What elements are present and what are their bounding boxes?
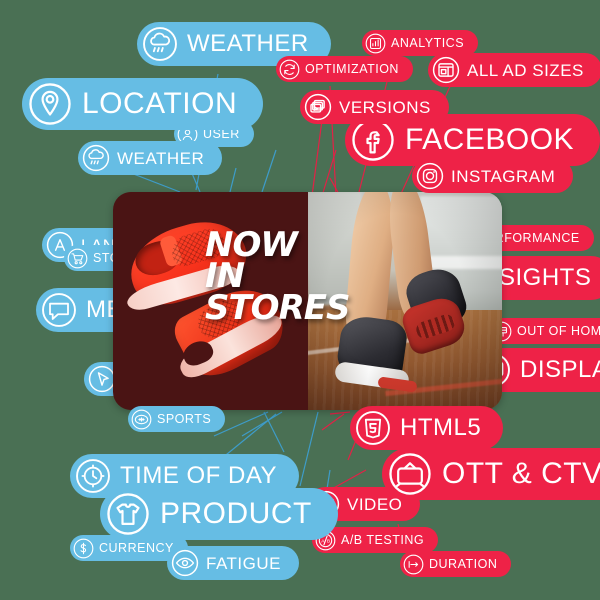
- instagram-icon: [416, 162, 444, 190]
- dollar-icon: [73, 538, 94, 559]
- tag-pill-html5[interactable]: HTML5: [350, 406, 504, 450]
- tag-pill-label: PRODUCT: [160, 499, 312, 529]
- connector-line: [263, 411, 285, 453]
- tag-pill-label: LOCATION: [82, 89, 238, 119]
- connector-line: [329, 411, 351, 415]
- refresh-icon: [279, 59, 300, 80]
- creative-headline: NOW IN STORES: [205, 228, 350, 328]
- tv-icon: [388, 452, 432, 496]
- svg-text:B: B: [327, 538, 331, 544]
- rain-cloud-icon: [142, 26, 178, 62]
- eye-icon: [171, 549, 199, 577]
- tag-pill-label: HTML5: [400, 416, 482, 440]
- svg-text:A: A: [321, 538, 325, 544]
- tag-pill-instagram[interactable]: INSTAGRAM: [412, 159, 574, 193]
- chat-bubble-icon: [41, 292, 77, 328]
- html5-shield-icon: [355, 410, 391, 446]
- connector-line: [311, 119, 323, 197]
- rain-cloud-icon: [82, 144, 110, 172]
- timer-bar-icon: [403, 554, 424, 575]
- tag-pill-label: WEATHER: [187, 32, 309, 56]
- tag-pill-label: VERSIONS: [339, 98, 431, 116]
- map-pin-icon: [28, 82, 72, 126]
- tag-pill-label: OUT OF HOME: [517, 324, 600, 338]
- tag-pill-label: ANALYTICS: [391, 36, 465, 50]
- tag-pill-label: SPORTS: [157, 412, 212, 426]
- connector-line: [321, 413, 345, 431]
- tag-pill-label: VIDEO: [347, 495, 403, 513]
- tshirt-icon: [106, 492, 150, 536]
- tag-pill-label: FACEBOOK: [405, 125, 575, 155]
- connector-line: [229, 167, 237, 193]
- tag-pill-product[interactable]: PRODUCT: [100, 488, 338, 540]
- tag-pill-label: INSTAGRAM: [451, 167, 556, 185]
- layout-icon: [432, 56, 460, 84]
- shopping-cart-icon: [67, 248, 88, 269]
- headline-line-3: STORES: [205, 287, 350, 328]
- ad-creative-preview[interactable]: NOW IN STORES: [113, 192, 502, 410]
- tag-pill-label: DISPLAY: [520, 358, 600, 382]
- cursor-click-icon: [88, 365, 116, 393]
- facebook-icon: [351, 118, 395, 162]
- infographic-canvas: NOW IN STORES WEATHER LOCATION USER WEAT…: [0, 0, 600, 600]
- tag-pill-label: OPTIMIZATION: [305, 62, 399, 76]
- tag-pill-optimization[interactable]: OPTIMIZATION: [276, 56, 413, 82]
- tag-pill-label: ALL AD SIZES: [467, 61, 584, 79]
- connector-line: [261, 149, 277, 193]
- tag-pill-label: TIME OF DAY: [120, 464, 278, 488]
- bar-chart-icon: [365, 33, 386, 54]
- tag-pill-label: FATIGUE: [206, 554, 281, 572]
- tag-pill-fatigue[interactable]: FATIGUE: [167, 546, 299, 580]
- tag-pill-label: OTT & CTV: [442, 459, 600, 489]
- tag-pill-label: WEATHER: [117, 149, 205, 167]
- tag-pill-out-of-home[interactable]: OUT OF HOME: [488, 318, 600, 344]
- tag-pill-weather-2[interactable]: WEATHER: [78, 141, 223, 175]
- connector-line: [299, 411, 319, 487]
- clock-icon: [75, 458, 111, 494]
- connector-line: [321, 149, 337, 197]
- tag-pill-ott-ctv[interactable]: OTT & CTV: [382, 448, 600, 500]
- tag-pill-label: CURRENCY: [99, 541, 174, 555]
- tag-pill-all-ad-sizes[interactable]: ALL AD SIZES: [428, 53, 600, 87]
- tag-pill-location[interactable]: LOCATION: [22, 78, 264, 130]
- football-icon: [131, 409, 152, 430]
- layers-icon: [304, 93, 332, 121]
- tag-pill-label: DURATION: [429, 557, 498, 571]
- tag-pill-versions[interactable]: VERSIONS: [300, 90, 449, 124]
- creative-left-panel: NOW IN STORES: [113, 192, 350, 410]
- tag-pill-label: A/B TESTING: [341, 533, 425, 547]
- tag-pill-duration[interactable]: DURATION: [400, 551, 512, 577]
- connector-line: [241, 411, 283, 437]
- tag-pill-sports[interactable]: SPORTS: [128, 406, 226, 432]
